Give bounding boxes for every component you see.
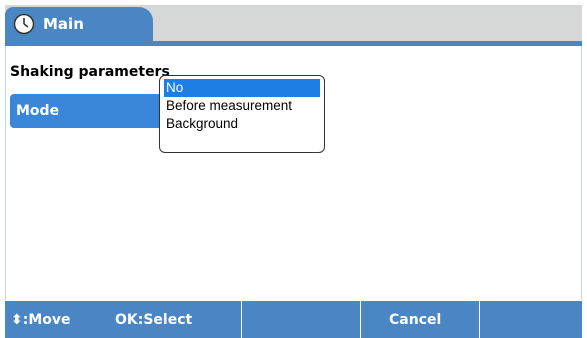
bottom-bar: ⬍:Move OK:Select Cancel <box>5 301 582 338</box>
mode-dropdown[interactable]: No Before measurement Background <box>159 75 325 153</box>
move-hint-label: :Move <box>22 312 71 328</box>
dropdown-option-no[interactable]: No <box>164 79 320 97</box>
tab-main-label: Main <box>43 15 84 33</box>
mode-row[interactable]: Mode <box>10 94 184 128</box>
cancel-button[interactable]: Cancel <box>389 312 441 328</box>
dropdown-option-before-measurement[interactable]: Before measurement <box>164 97 320 115</box>
clock-icon <box>13 13 35 35</box>
bottom-bar-divider <box>360 301 361 338</box>
ok-select-button[interactable]: OK:Select <box>115 312 192 328</box>
section-title: Shaking parameters <box>10 64 170 80</box>
mode-label: Mode <box>16 103 60 119</box>
up-down-arrow-icon: ⬍ <box>11 312 23 328</box>
move-hint[interactable]: ⬍:Move <box>11 312 71 328</box>
bottom-bar-divider <box>241 301 242 338</box>
tab-bar: Main <box>5 5 582 41</box>
tab-main[interactable]: Main <box>5 7 153 41</box>
bottom-bar-divider <box>479 301 480 338</box>
app-frame: Main Shaking parameters Mode No Before m… <box>5 5 582 338</box>
dropdown-option-background[interactable]: Background <box>164 115 320 133</box>
content-area: Shaking parameters Mode No Before measur… <box>5 46 582 300</box>
